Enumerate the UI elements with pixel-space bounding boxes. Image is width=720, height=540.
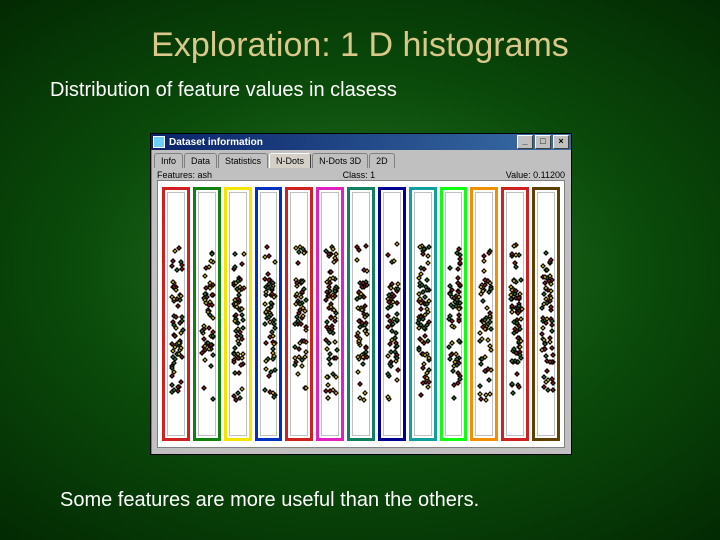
- tab-statistics[interactable]: Statistics: [218, 153, 268, 168]
- feature-strip: [440, 187, 468, 441]
- tab-info[interactable]: Info: [154, 153, 183, 168]
- feature-strip: [316, 187, 344, 441]
- feature-strip: [285, 187, 313, 441]
- tab-data[interactable]: Data: [184, 153, 217, 168]
- maximize-button[interactable]: □: [535, 135, 551, 149]
- close-button[interactable]: ×: [553, 135, 569, 149]
- feature-strip: [378, 187, 406, 441]
- feature-strip: [255, 187, 283, 441]
- plot-area: [157, 180, 565, 448]
- slide-footer: Some features are more useful than the o…: [60, 489, 479, 512]
- minimize-button[interactable]: _: [517, 135, 533, 149]
- titlebar[interactable]: Dataset information _ □ ×: [151, 134, 571, 150]
- class-label: Class: 1: [343, 170, 376, 180]
- feature-strip: [501, 187, 529, 441]
- value-label: Value: 0.11200: [506, 170, 565, 180]
- app-window: Dataset information _ □ × InfoDataStatis…: [150, 133, 572, 455]
- feature-strip: [347, 187, 375, 441]
- feature-strip: [470, 187, 498, 441]
- info-icon: [153, 136, 165, 148]
- slide: Exploration: 1 D histograms Distribution…: [0, 0, 720, 540]
- feature-strip: [409, 187, 437, 441]
- slide-subtitle: Distribution of feature values in clases…: [50, 79, 680, 102]
- feature-strip: [532, 187, 560, 441]
- tab-n-dots[interactable]: N-Dots: [269, 153, 311, 168]
- feature-strip: [224, 187, 252, 441]
- plot-labels: Features: ash Class: 1 Value: 0.11200: [157, 170, 565, 180]
- features-label: Features: ash: [157, 170, 212, 180]
- tab-2d[interactable]: 2D: [369, 153, 395, 168]
- feature-strip: [193, 187, 221, 441]
- feature-strip: [162, 187, 190, 441]
- tab-strip: InfoDataStatisticsN-DotsN-Dots 3D2D: [154, 153, 568, 168]
- window-title: Dataset information: [169, 137, 263, 148]
- tab-n-dots-3d[interactable]: N-Dots 3D: [312, 153, 368, 168]
- slide-title: Exploration: 1 D histograms: [40, 26, 680, 65]
